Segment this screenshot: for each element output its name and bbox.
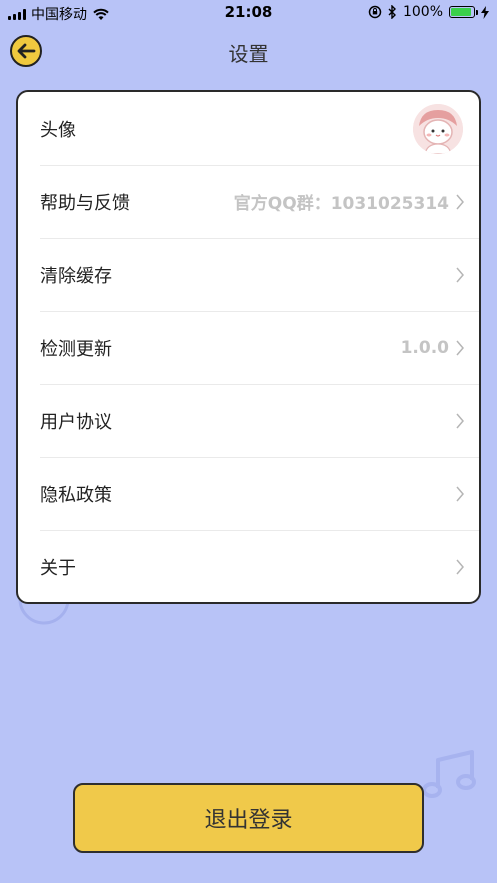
settings-row-help-feedback[interactable]: 帮助与反馈 官方QQ群：1031025314 — [40, 165, 479, 239]
chevron-right-icon — [456, 194, 464, 209]
settings-card: 头像 帮助与反馈 官方QQ群：1031025314 清除缓存 检测更新 1.0.… — [16, 90, 481, 604]
settings-row-label: 头像 — [40, 119, 76, 141]
chevron-right-icon — [456, 559, 464, 574]
settings-row-check-update[interactable]: 检测更新 1.0.0 — [40, 311, 479, 385]
chevron-right-icon — [456, 340, 464, 355]
music-note-icon — [422, 750, 476, 798]
battery-percent: 100% — [402, 4, 443, 20]
settings-row-label: 检测更新 — [40, 338, 112, 360]
page-title: 设置 — [228, 42, 269, 66]
battery-icon — [449, 6, 478, 18]
charging-icon — [481, 5, 489, 19]
chevron-right-icon — [456, 267, 464, 282]
avatar-image — [413, 103, 463, 154]
chevron-right-icon — [456, 413, 464, 428]
settings-row-about[interactable]: 关于 — [40, 530, 479, 603]
settings-row-label: 清除缓存 — [40, 265, 112, 287]
qq-group-value: 官方QQ群：1031025314 — [233, 194, 449, 214]
rotation-lock-icon — [368, 5, 382, 19]
status-right: 100% — [368, 4, 489, 20]
settings-row-label: 用户协议 — [40, 411, 112, 433]
settings-row-clear-cache[interactable]: 清除缓存 — [40, 238, 479, 312]
settings-row-label: 隐私政策 — [40, 484, 112, 506]
settings-row-avatar[interactable]: 头像 — [40, 92, 479, 166]
bluetooth-icon — [388, 5, 396, 19]
settings-row-label: 帮助与反馈 — [40, 192, 130, 214]
chevron-right-icon — [456, 486, 464, 501]
logout-button[interactable]: 退出登录 — [73, 783, 424, 853]
settings-row-user-agreement[interactable]: 用户协议 — [40, 384, 479, 458]
settings-row-privacy-policy[interactable]: 隐私政策 — [40, 457, 479, 531]
avatar[interactable] — [413, 103, 463, 154]
version-value: 1.0.0 — [400, 337, 449, 358]
settings-row-label: 关于 — [40, 557, 76, 579]
status-bar: 中国移动 21:08 100% — [0, 0, 497, 26]
